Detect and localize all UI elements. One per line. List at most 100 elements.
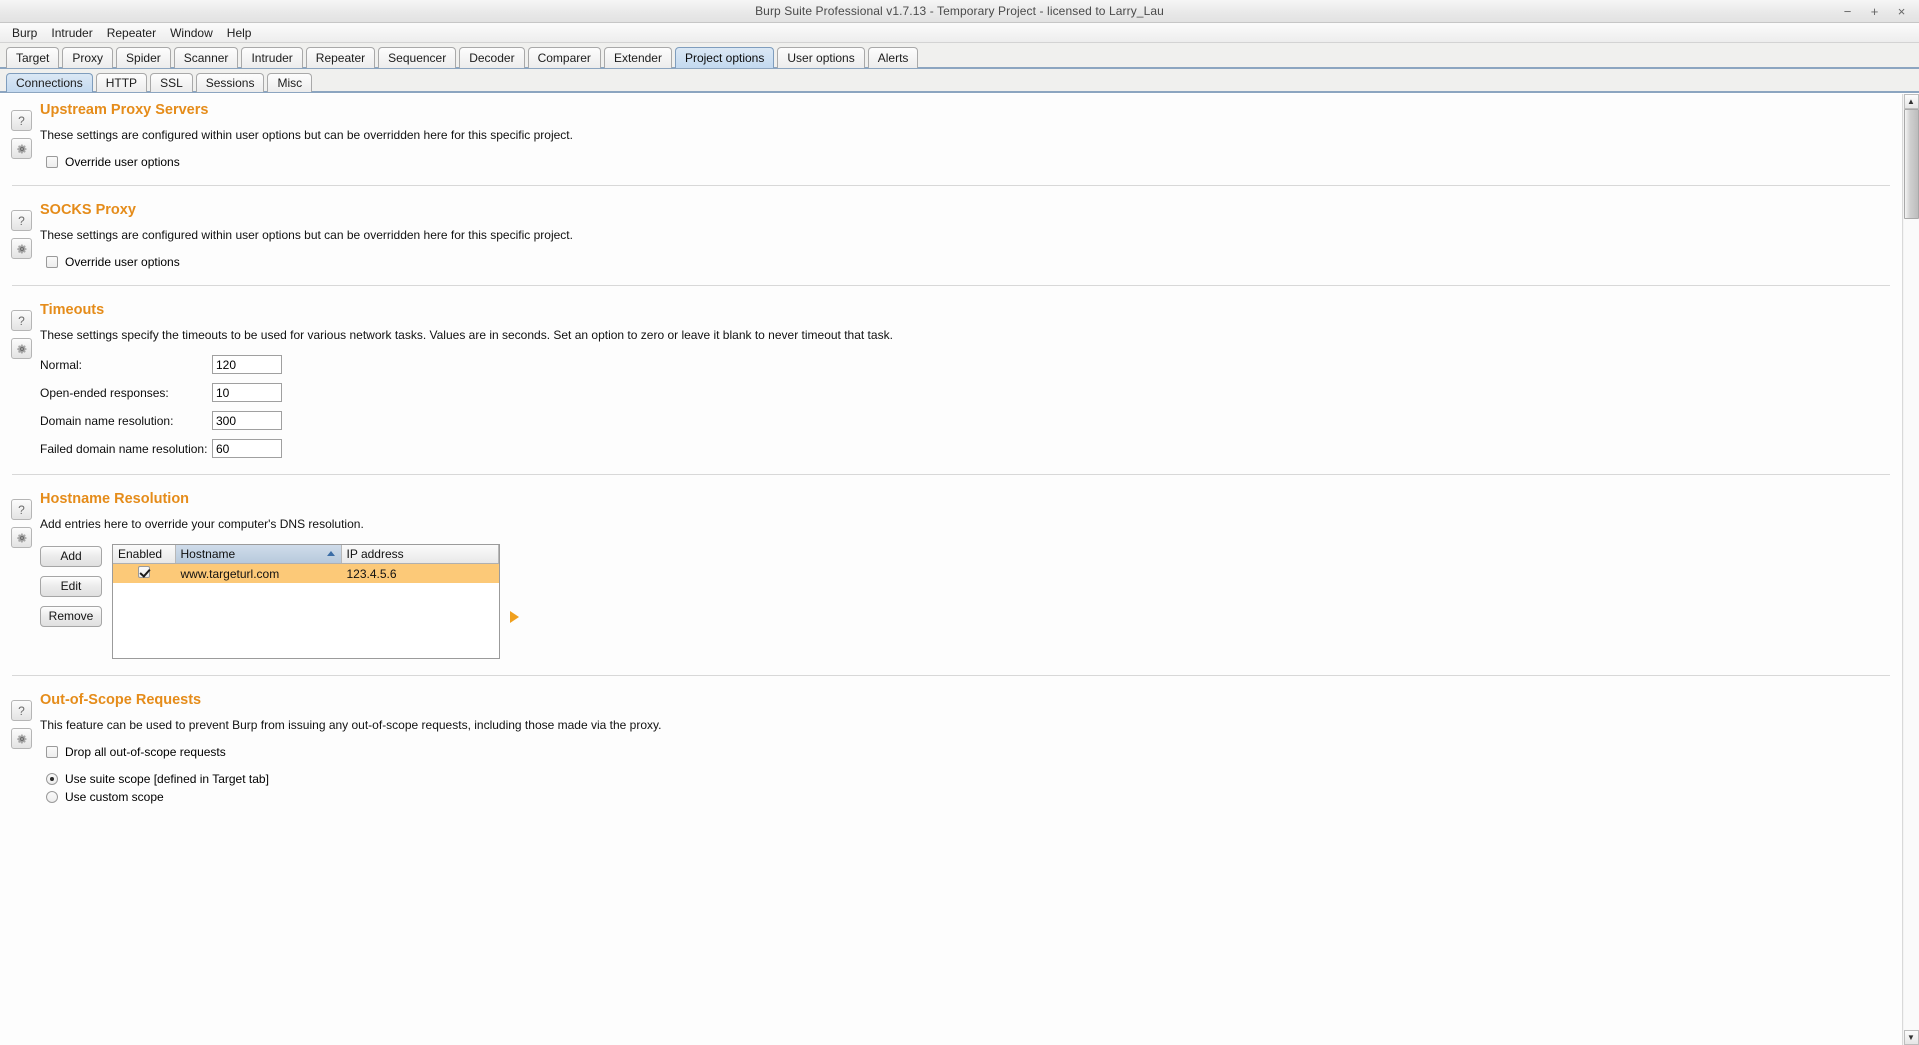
override-user-options-row[interactable]: Override user options: [46, 155, 1902, 169]
menu-item-help[interactable]: Help: [221, 24, 258, 42]
menu-item-burp[interactable]: Burp: [6, 24, 43, 42]
drop-out-of-scope-checkbox[interactable]: [46, 746, 58, 758]
override-user-options-row[interactable]: Override user options: [46, 255, 1902, 269]
section-divider: [12, 675, 1890, 676]
help-icon[interactable]: ?: [11, 700, 32, 721]
help-icon[interactable]: ?: [11, 110, 32, 131]
row-enabled-cell[interactable]: [113, 563, 175, 583]
tab-extender[interactable]: Extender: [603, 47, 672, 68]
section-description: Add entries here to override your comput…: [40, 517, 364, 531]
tab-user-options[interactable]: User options: [777, 47, 865, 68]
section-out-of-scope-requests: ? Out-of-Scope Requests This feature can…: [0, 692, 1902, 804]
tab-decoder[interactable]: Decoder: [459, 47, 525, 68]
field-label: Open-ended responses:: [40, 385, 169, 400]
scroll-down-icon[interactable]: ▼: [1903, 1030, 1919, 1045]
menu-item-window[interactable]: Window: [164, 24, 219, 42]
scrollbar-track[interactable]: [1903, 109, 1919, 1030]
add-button[interactable]: Add: [40, 546, 102, 567]
tab-target[interactable]: Target: [6, 47, 60, 68]
normal-timeout-input[interactable]: [212, 355, 282, 374]
expand-marker-icon[interactable]: [510, 610, 519, 623]
subtab-ssl[interactable]: SSL: [150, 73, 193, 92]
tab-alerts[interactable]: Alerts: [867, 47, 919, 68]
section-title: Upstream Proxy Servers: [40, 102, 209, 118]
subtab-misc[interactable]: Misc: [267, 73, 313, 92]
column-header-hostname-label: Hostname: [180, 547, 236, 561]
gear-icon[interactable]: [11, 238, 32, 259]
column-header-hostname[interactable]: Hostname: [175, 545, 342, 564]
use-suite-scope-radio[interactable]: [46, 773, 58, 785]
section-title: SOCKS Proxy: [40, 202, 136, 218]
maximize-icon[interactable]: +: [1868, 5, 1881, 18]
content-area: ? Upstream Proxy Servers These settings …: [0, 93, 1919, 1045]
tab-repeater[interactable]: Repeater: [305, 47, 376, 68]
column-header-ip-address[interactable]: IP address: [341, 545, 499, 564]
vertical-scrollbar[interactable]: ▲ ▼: [1902, 94, 1919, 1045]
use-suite-scope-row[interactable]: Use suite scope [defined in Target tab]: [46, 772, 1902, 786]
tab-project-options[interactable]: Project options: [674, 47, 775, 68]
timeout-field-normal: Normal:: [40, 355, 1902, 374]
timeout-field-failed-domain-resolution: Failed domain name resolution:: [40, 439, 1902, 458]
gear-icon[interactable]: [11, 338, 32, 359]
gear-icon[interactable]: [11, 138, 32, 159]
use-custom-scope-label: Use custom scope: [65, 790, 164, 804]
scroll-up-icon[interactable]: ▲: [1903, 94, 1919, 109]
subtab-connections[interactable]: Connections: [6, 73, 93, 92]
sort-ascending-icon: [326, 551, 335, 556]
remove-button[interactable]: Remove: [40, 606, 102, 627]
subtab-sessions[interactable]: Sessions: [195, 73, 265, 92]
use-custom-scope-radio[interactable]: [46, 791, 58, 803]
open-ended-responses-input[interactable]: [212, 383, 282, 402]
tab-scanner[interactable]: Scanner: [173, 47, 239, 68]
help-icon[interactable]: ?: [11, 210, 32, 231]
tab-intruder[interactable]: Intruder: [241, 47, 303, 68]
section-timeouts: ? Timeouts These settings specify the ti…: [0, 302, 1902, 458]
section-gutter: ?: [11, 499, 33, 548]
override-user-options-checkbox[interactable]: [46, 156, 58, 168]
tab-spider[interactable]: Spider: [116, 47, 171, 68]
tab-comparer[interactable]: Comparer: [527, 47, 601, 68]
domain-name-resolution-input[interactable]: [212, 411, 282, 430]
section-socks-proxy: ? SOCKS Proxy These settings are configu…: [0, 202, 1902, 269]
menu-item-repeater[interactable]: Repeater: [101, 24, 162, 42]
use-custom-scope-row[interactable]: Use custom scope: [46, 790, 1902, 804]
drop-out-of-scope-row[interactable]: Drop all out-of-scope requests: [46, 745, 1902, 759]
gear-icon[interactable]: [11, 728, 32, 749]
hostname-resolution-block: Add Edit Remove Enabled Hostname IP addr…: [40, 544, 1902, 659]
edit-button[interactable]: Edit: [40, 576, 102, 597]
section-description: This feature can be used to prevent Burp…: [40, 718, 662, 732]
row-hostname-cell[interactable]: www.targeturl.com: [175, 563, 341, 583]
section-gutter: ?: [11, 310, 33, 359]
menu-item-intruder[interactable]: Intruder: [45, 24, 98, 42]
section-gutter: ?: [11, 110, 33, 159]
help-icon[interactable]: ?: [11, 310, 32, 331]
hostname-resolution-buttons: Add Edit Remove: [40, 544, 102, 627]
section-title: Out-of-Scope Requests: [40, 692, 202, 708]
window-title: Burp Suite Professional v1.7.13 - Tempor…: [755, 4, 1164, 18]
subtab-http[interactable]: HTTP: [95, 73, 148, 92]
help-icon[interactable]: ?: [11, 499, 32, 520]
section-description: These settings are configured within use…: [40, 228, 573, 242]
override-user-options-label: Override user options: [65, 255, 180, 269]
section-divider: [12, 474, 1890, 475]
scrollbar-thumb[interactable]: [1903, 109, 1919, 219]
settings-panel: ? Upstream Proxy Servers These settings …: [0, 94, 1902, 1045]
override-user-options-checkbox[interactable]: [46, 256, 58, 268]
column-header-enabled[interactable]: Enabled: [113, 545, 176, 564]
section-gutter: ?: [11, 210, 33, 259]
row-enabled-checkbox[interactable]: [137, 566, 150, 578]
close-icon[interactable]: ×: [1895, 5, 1908, 18]
row-ip-address-cell[interactable]: 123.4.5.6: [341, 563, 499, 583]
tab-proxy[interactable]: Proxy: [62, 47, 114, 68]
minimize-icon[interactable]: −: [1841, 5, 1854, 18]
failed-domain-name-resolution-input[interactable]: [212, 439, 282, 458]
menu-bar: Burp Intruder Repeater Window Help: [0, 23, 1919, 43]
main-tab-bar: Target Proxy Spider Scanner Intruder Rep…: [0, 43, 1919, 69]
gear-icon[interactable]: [11, 527, 32, 548]
section-divider: [12, 285, 1890, 286]
drop-out-of-scope-label: Drop all out-of-scope requests: [65, 745, 226, 759]
section-description: These settings specify the timeouts to b…: [40, 328, 893, 342]
tab-sequencer[interactable]: Sequencer: [378, 47, 457, 68]
hostname-resolution-table[interactable]: Enabled Hostname IP address www.targetur…: [112, 544, 500, 659]
table-row[interactable]: www.targeturl.com 123.4.5.6: [113, 563, 499, 583]
